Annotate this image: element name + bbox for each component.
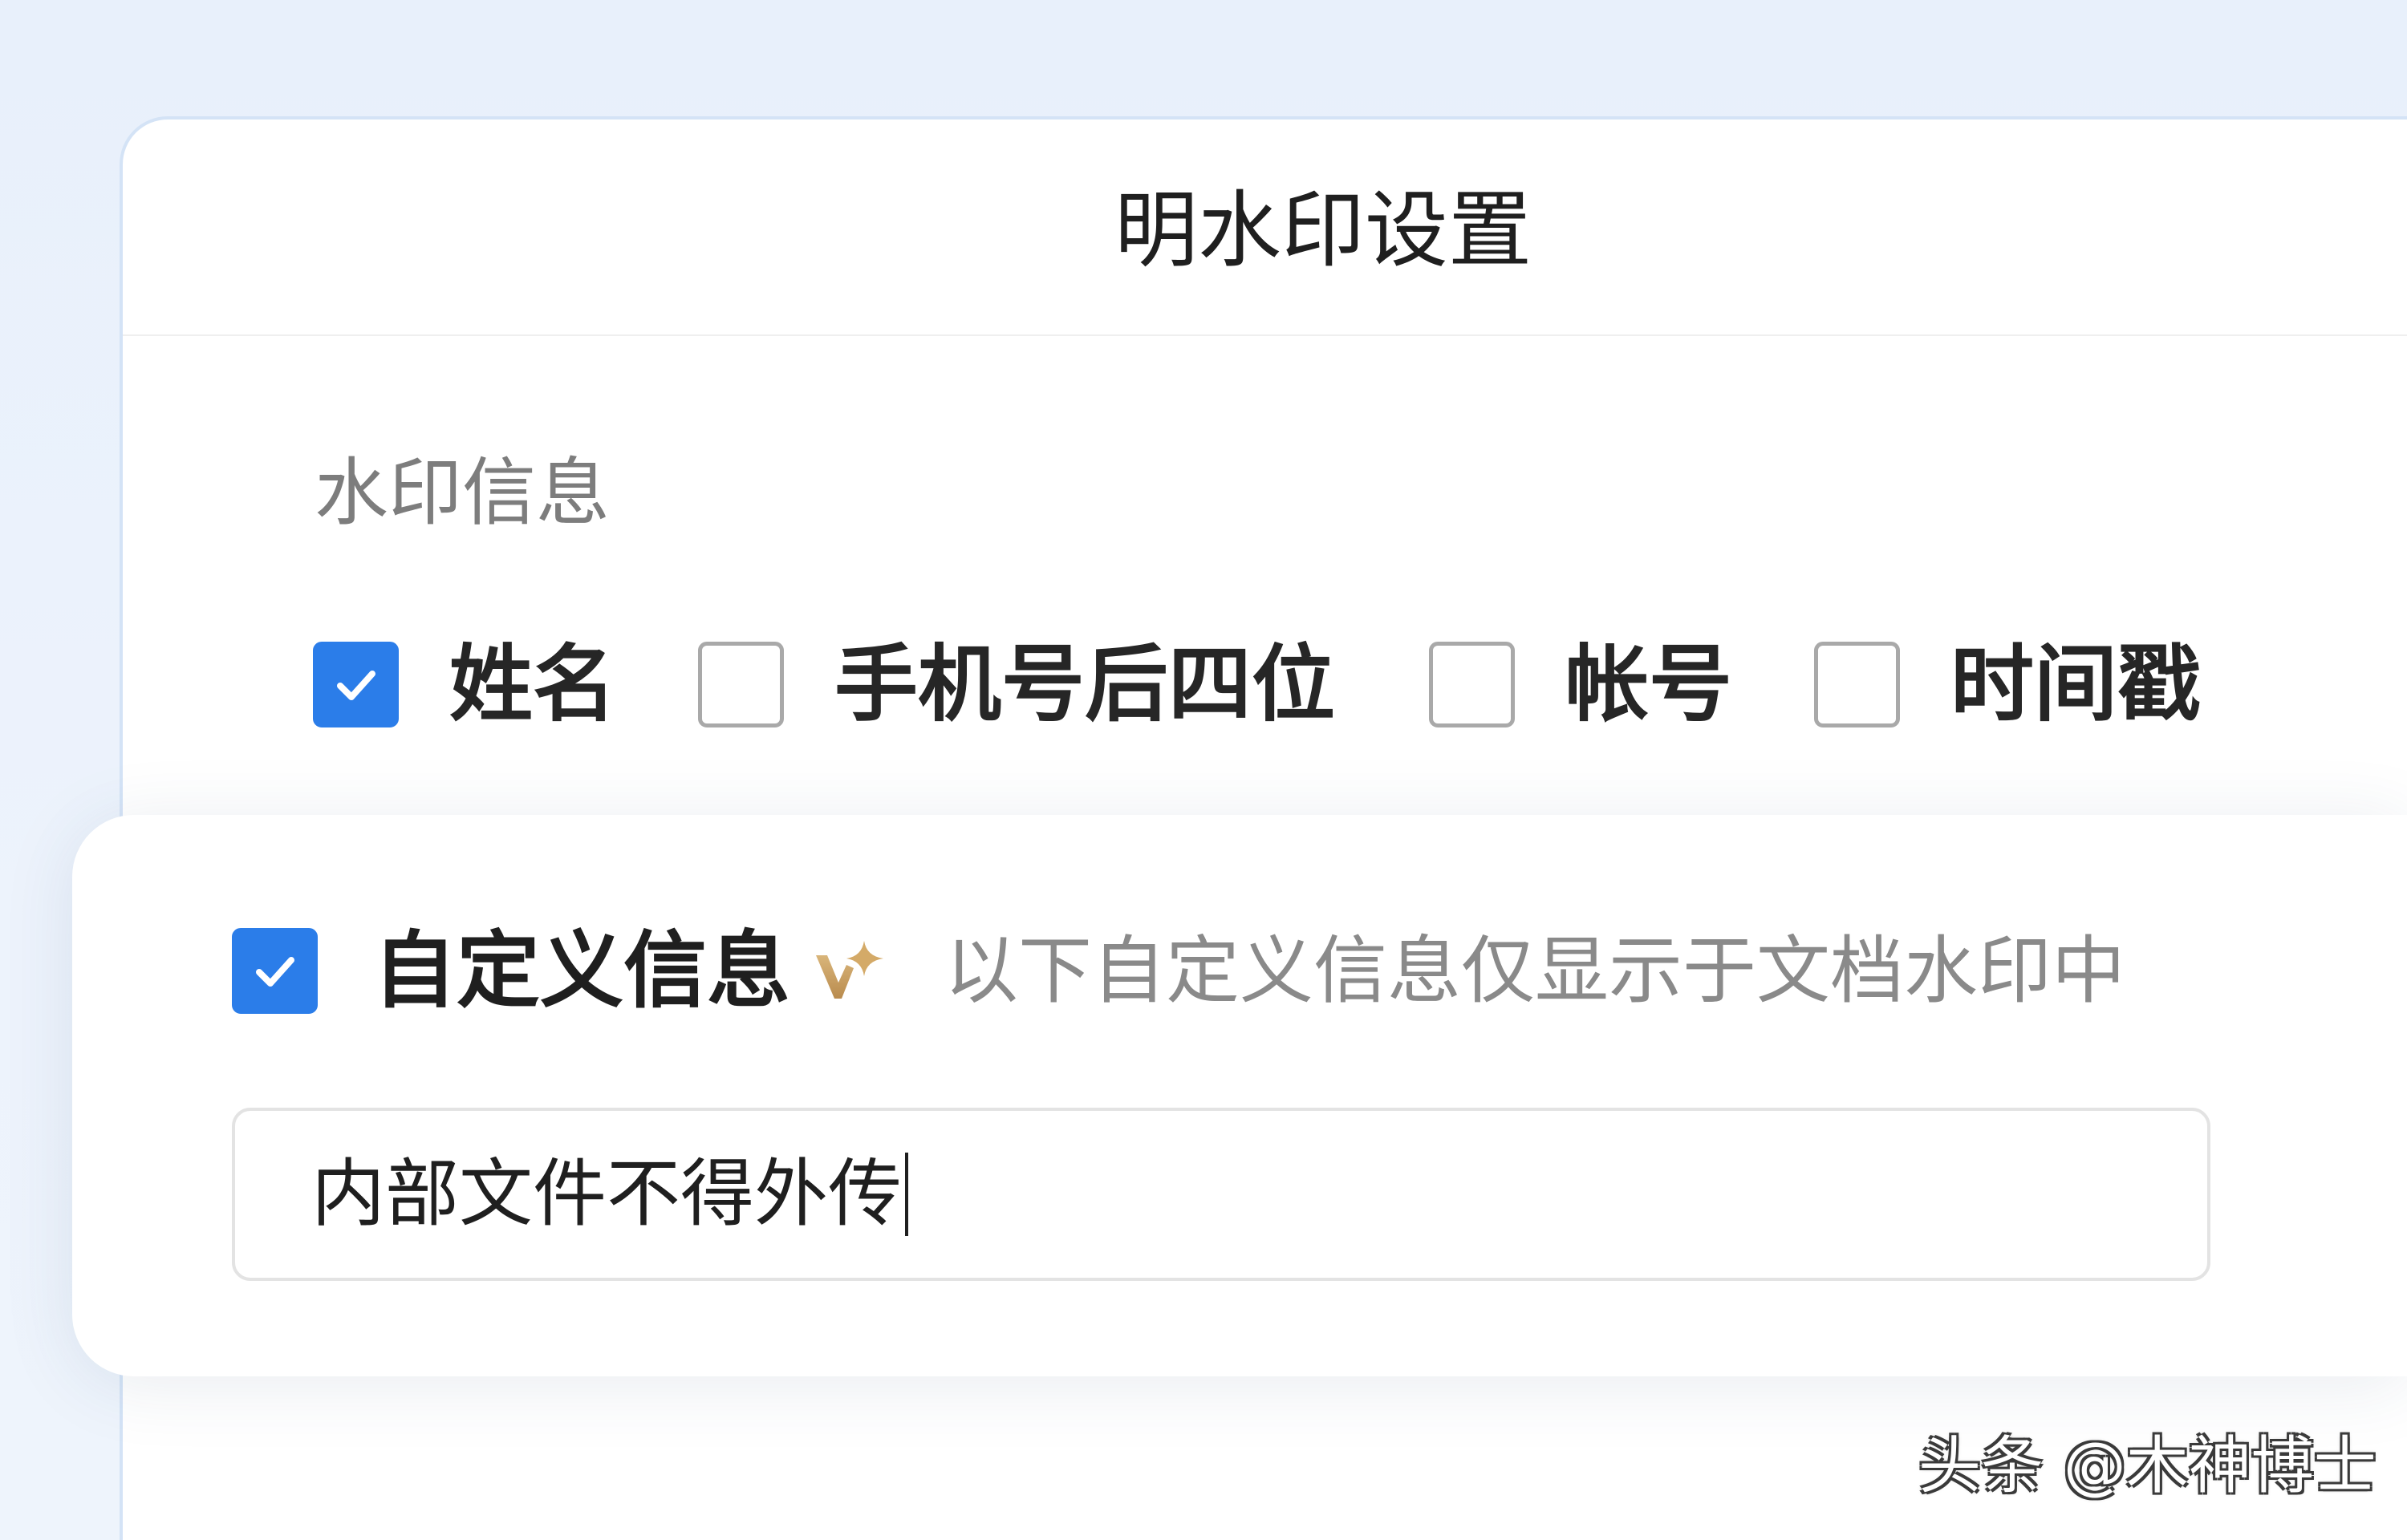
custom-info-input-value: 内部文件不得外传 xyxy=(311,1151,903,1237)
overlay-watermark: 头条 @木神博士 xyxy=(1918,1430,2377,1502)
option-name[interactable]: 姓名 xyxy=(313,642,616,727)
option-timestamp[interactable]: 时间戳 xyxy=(1814,642,2201,727)
custom-info-card: 自定义信息 以下自定义信息仅显示于文档水印中 内部文件不得外传 xyxy=(72,815,2407,1376)
name-checkbox[interactable] xyxy=(313,642,399,727)
page-title: 明水印设置 xyxy=(1114,181,1532,279)
account-checkbox[interactable] xyxy=(1429,642,1515,727)
timestamp-option-label: 时间戳 xyxy=(1950,635,2202,733)
text-caret xyxy=(905,1153,909,1236)
watermark-info-label: 水印信息 xyxy=(315,450,611,536)
phone-last-four-checkbox[interactable] xyxy=(698,642,784,727)
checkmark-icon xyxy=(336,670,375,700)
phone-last-four-option-label: 手机号后四位 xyxy=(834,635,1336,733)
title-divider xyxy=(123,334,2407,336)
option-phone-last-four[interactable]: 手机号后四位 xyxy=(698,642,1335,727)
timestamp-checkbox[interactable] xyxy=(1814,642,1900,727)
vip-sparkle-icon xyxy=(816,940,884,999)
custom-info-hint: 以下自定义信息仅显示于文档水印中 xyxy=(944,928,2126,1014)
custom-info-input[interactable]: 内部文件不得外传 xyxy=(232,1108,2210,1281)
option-account[interactable]: 帐号 xyxy=(1429,642,1732,727)
custom-info-header: 自定义信息 以下自定义信息仅显示于文档水印中 xyxy=(232,928,2125,1014)
custom-info-checkbox[interactable] xyxy=(232,928,318,1014)
account-option-label: 帐号 xyxy=(1565,635,1733,733)
custom-info-label: 自定义信息 xyxy=(373,922,791,1019)
name-option-label: 姓名 xyxy=(449,635,617,733)
checkmark-icon xyxy=(255,956,294,987)
